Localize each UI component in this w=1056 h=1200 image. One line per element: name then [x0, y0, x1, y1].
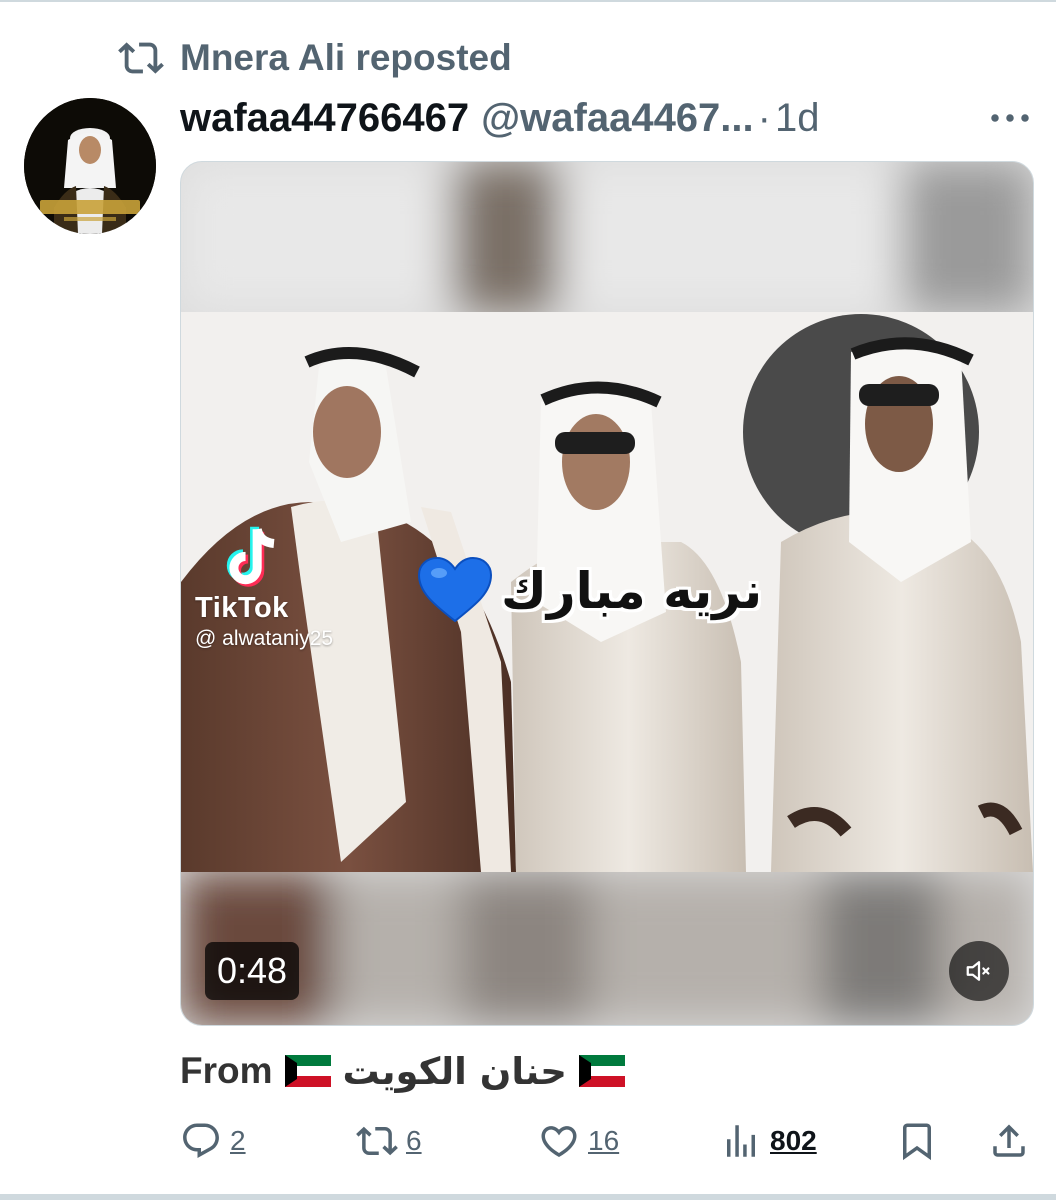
like-count: 16 — [588, 1125, 620, 1156]
repost-label: Mnera Ali reposted — [180, 37, 512, 78]
heart-icon — [541, 1126, 577, 1158]
tiktok-username: @ alwataniy25 — [195, 627, 334, 650]
tiktok-brand: TikTok — [195, 592, 289, 624]
more-options-button[interactable] — [986, 98, 1034, 138]
repost-count: 6 — [406, 1125, 422, 1156]
more-icon — [991, 114, 1029, 122]
view-count: 802 — [770, 1125, 817, 1156]
action-bar: 2 6 16 802 — [180, 1116, 1040, 1166]
views-button[interactable]: 802 — [720, 1116, 817, 1166]
repost-context[interactable]: Mnera Ali reposted — [118, 36, 512, 80]
share-button[interactable] — [988, 1116, 1030, 1166]
muted-speaker-icon — [966, 961, 990, 981]
reply-icon — [183, 1123, 219, 1158]
author-name[interactable]: wafaa44766467 — [180, 96, 469, 141]
video-duration: 0:48 — [205, 942, 300, 1000]
video-player[interactable]: TikTok @ alwataniy25 نريه مبارك 0:48 — [180, 161, 1034, 1026]
kuwait-flag-icon — [284, 1055, 331, 1087]
repost-icon — [118, 42, 164, 74]
bottom-divider — [0, 1194, 1056, 1200]
tiktok-watermark: TikTok @ alwataniy25 — [195, 524, 333, 651]
reply-count: 2 — [230, 1125, 246, 1156]
top-divider — [0, 0, 1056, 2]
tweet-header: wafaa44766467 @wafaa4467... · 1d — [180, 92, 1030, 144]
views-chart-icon — [727, 1125, 755, 1157]
unmute-button[interactable] — [949, 941, 1009, 1001]
share-icon — [993, 1124, 1025, 1157]
tweet-text-prefix: From — [180, 1050, 273, 1091]
tiktok-logo-icon — [226, 526, 275, 587]
author-handle[interactable]: @wafaa4467... — [481, 96, 754, 141]
avatar[interactable] — [24, 98, 156, 234]
avatar-icon — [24, 98, 156, 234]
reply-button[interactable]: 2 — [180, 1116, 246, 1166]
tweet-text: From حنان الكويت — [180, 1046, 625, 1096]
separator-dot: · — [757, 95, 771, 140]
repost-icon — [356, 1126, 398, 1156]
video-overlay-caption: نريه مبارك — [501, 562, 763, 620]
bookmark-icon — [903, 1123, 931, 1161]
like-button[interactable]: 16 — [538, 1116, 619, 1166]
tweet-text-arabic: حنان الكويت — [342, 1049, 567, 1093]
bookmark-button[interactable] — [896, 1116, 938, 1166]
kuwait-flag-icon — [578, 1055, 625, 1087]
blue-heart-icon — [417, 556, 493, 623]
timestamp[interactable]: 1d — [775, 96, 820, 141]
repost-button[interactable]: 6 — [356, 1116, 422, 1166]
